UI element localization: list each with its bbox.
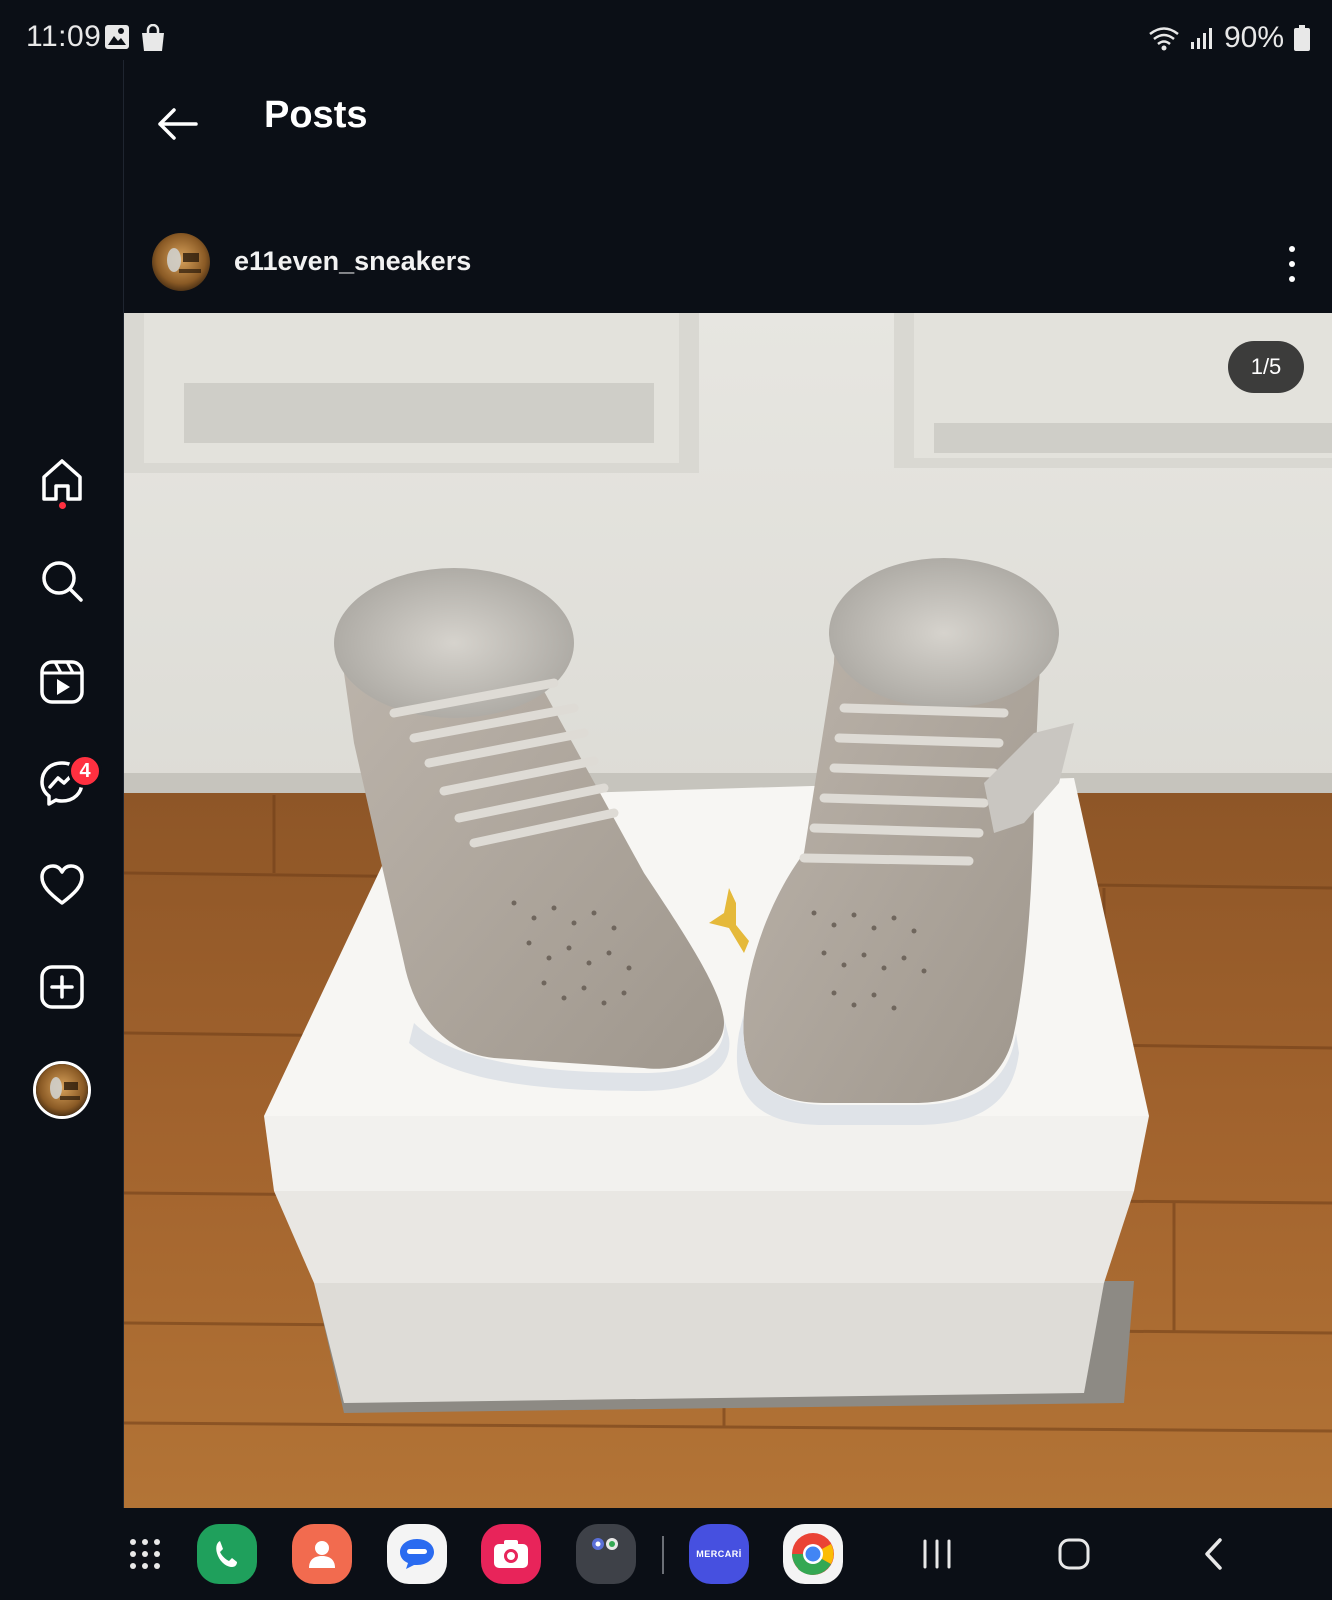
image-counter: 1/5	[1228, 341, 1304, 393]
page-header: Posts	[124, 72, 1332, 182]
messages-badge: 4	[68, 754, 102, 788]
app-folder-icon[interactable]	[576, 1524, 636, 1584]
battery-icon	[1294, 25, 1310, 51]
wifi-icon	[1149, 27, 1179, 51]
mercari-label: MERCARİ	[696, 1549, 742, 1559]
recents-button[interactable]	[912, 1530, 962, 1578]
mercari-app-icon[interactable]: MERCARİ	[689, 1524, 749, 1584]
bottom-dock: MERCARİ	[0, 1508, 1332, 1600]
gallery-icon	[105, 25, 129, 49]
home-notification-dot	[59, 502, 66, 509]
contacts-app-icon[interactable]	[292, 1524, 352, 1584]
post-image[interactable]: 1/5	[124, 313, 1332, 1508]
battery-percent: 90%	[1223, 21, 1284, 54]
signal-icon	[1190, 28, 1212, 49]
status-bar: 11:09 90%	[0, 0, 1332, 72]
post-header: e11even_sneakers	[124, 228, 1332, 308]
heart-icon[interactable]	[37, 860, 87, 910]
reels-icon[interactable]	[37, 657, 87, 707]
search-icon[interactable]	[37, 556, 87, 606]
back-arrow-icon[interactable]	[152, 98, 204, 150]
post-author-avatar[interactable]	[152, 233, 210, 291]
post-username[interactable]: e11even_sneakers	[234, 246, 471, 277]
system-back-button[interactable]	[1189, 1530, 1239, 1578]
dock-divider	[662, 1536, 664, 1574]
profile-avatar[interactable]	[33, 1061, 91, 1119]
apps-grid-icon[interactable]	[120, 1530, 170, 1578]
page-title: Posts	[264, 94, 368, 136]
status-right: 90%	[1148, 20, 1310, 56]
shopping-bag-icon	[142, 24, 164, 51]
home-button[interactable]	[1049, 1530, 1099, 1578]
create-icon[interactable]	[37, 962, 87, 1012]
phone-app-icon[interactable]	[197, 1524, 257, 1584]
camera-app-icon[interactable]	[481, 1524, 541, 1584]
chrome-app-icon[interactable]	[783, 1524, 843, 1584]
more-options-icon[interactable]	[1282, 246, 1302, 282]
home-icon[interactable]	[37, 455, 87, 505]
status-time: 11:09	[26, 20, 102, 53]
post-photo	[124, 313, 1332, 1508]
messages-app-icon[interactable]	[387, 1524, 447, 1584]
